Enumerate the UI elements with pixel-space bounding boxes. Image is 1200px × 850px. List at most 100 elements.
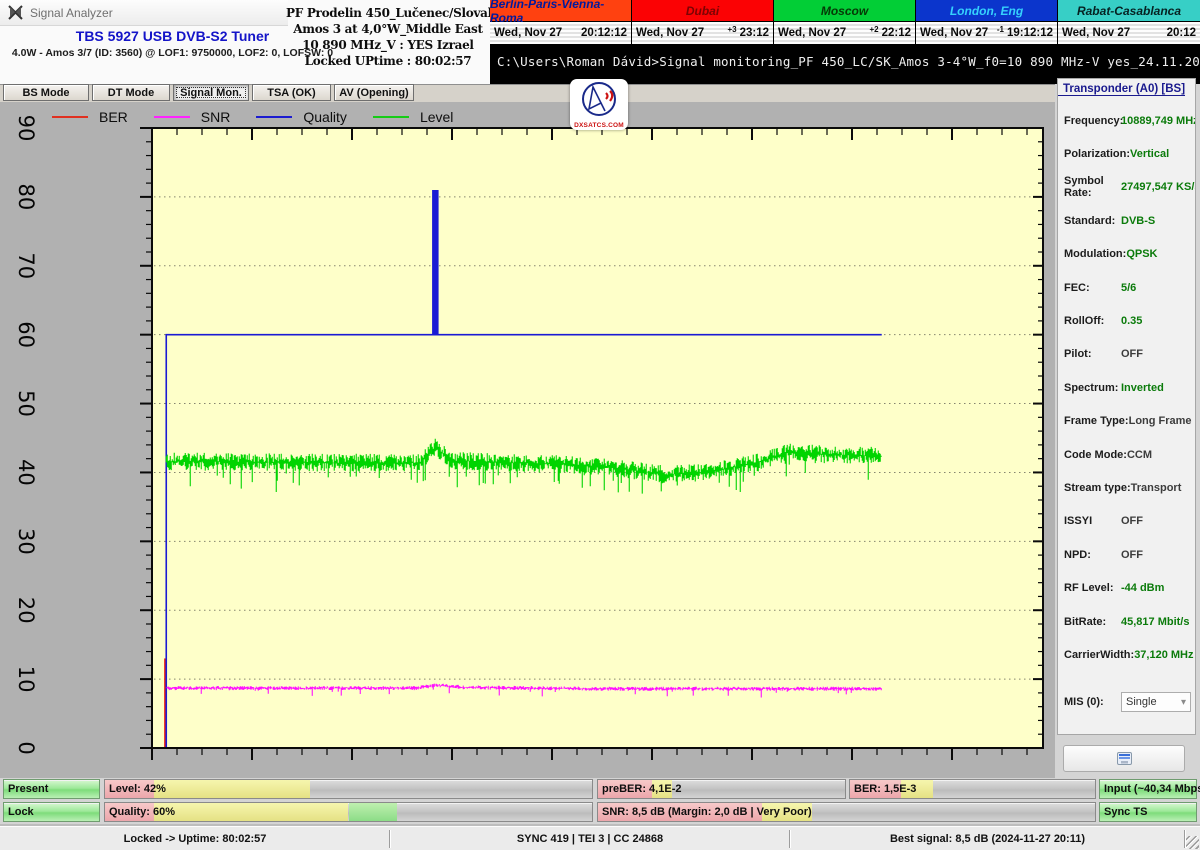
clock-4: London, Eng Wed, Nov 27 -1 19:12:12 <box>916 0 1058 44</box>
meter-label: preBER: 4,1E-2 <box>602 783 682 795</box>
transponder-label: RF Level: <box>1064 582 1114 595</box>
transponder-value: OFF <box>1121 348 1143 361</box>
svg-text:10: 10 <box>14 666 38 693</box>
meter-label: Present <box>8 783 49 795</box>
transponder-row: Pilot: OFF <box>1058 338 1195 371</box>
transponder-row: BitRate: 45,817 Mbit/s <box>1058 605 1195 638</box>
transponder-label: RollOff: <box>1064 315 1105 328</box>
transponder-row: Symbol Rate: 27497,547 KS/s <box>1058 171 1195 204</box>
transponder-value: 0.35 <box>1121 315 1143 328</box>
console-window[interactable]: Berlin-Paris-Vienna-Roma Wed, Nov 27 20:12… <box>490 0 1200 84</box>
meter-label: Level: 42% <box>109 783 166 795</box>
title-bar: Signal Analyzer <box>0 0 288 26</box>
status-badge-lock: Lock <box>3 802 100 822</box>
mis-label: MIS (0): <box>1064 696 1104 708</box>
transponder-value: Inverted <box>1121 381 1164 394</box>
transponder-label: Polarization: <box>1064 148 1131 161</box>
signal-chart: 0 10 20 30 40 50 60 70 80 90 BER SNR Quality Level <box>0 102 1055 778</box>
transponder-row: NPD: OFF <box>1058 538 1195 571</box>
transponder-label: Frame Type: <box>1064 415 1129 428</box>
transponder-row: CarrierWidth: 37,120 MHz <box>1058 638 1195 671</box>
site-line-1: PF Prodelin 450_Lučenec/Slovakia <box>286 6 508 20</box>
legend-label: SNR <box>200 109 231 125</box>
transponder-row: Polarization: Vertical <box>1058 137 1195 170</box>
meter-bar-ber: BER: 1,5E-3 <box>849 779 1096 799</box>
clock-3: Moscow Wed, Nov 27 +2 22:12 <box>774 0 916 44</box>
transponder-row: Stream type: Transport <box>1058 471 1195 504</box>
meter-segment-yellow <box>153 780 310 798</box>
transponder-row: Frequency: 10889,749 MHz <box>1058 104 1195 137</box>
transponder-label: ISSYI <box>1064 515 1093 528</box>
header: Signal Analyzer TBS 5927 USB DVB-S2 Tune… <box>0 0 508 84</box>
status-uptime: Locked -> Uptime: 80:02:57 <box>123 833 267 845</box>
svg-text:20: 20 <box>14 597 38 624</box>
transponder-label: Frequency: <box>1064 114 1124 127</box>
transponder-value: OFF <box>1121 515 1143 528</box>
clock-city: Dubai <box>632 0 773 22</box>
transponder-value: 10889,749 MHz <box>1121 114 1196 127</box>
legend-line-swatch <box>372 116 409 118</box>
site-line-4: Locked UPtime : 80:02:57 <box>304 54 472 68</box>
transponder-label: NPD: <box>1064 548 1091 561</box>
legend-line-swatch <box>256 116 293 118</box>
tab-tsa-ok-[interactable]: TSA (OK) <box>252 84 331 101</box>
transponder-panel: Transponder (A0) [BS] Frequency: 10889,74… <box>1057 78 1196 735</box>
svg-text:50: 50 <box>14 390 38 417</box>
clock-2: Dubai Wed, Nov 27 +3 23:12 <box>632 0 774 44</box>
clock-5: Rabat-Casablanca Wed, Nov 27 20:12 <box>1058 0 1200 44</box>
transponder-label: Stream type: <box>1064 481 1131 494</box>
app-icon <box>8 5 23 20</box>
tab-av-opening-[interactable]: AV (Opening) <box>334 84 414 101</box>
meter-label: SNR: 8,5 dB (Margin: 2,0 dB | Very Poor) <box>602 806 812 818</box>
meter-bar-quality: Quality: 60% <box>104 802 593 822</box>
clock-city: London, Eng <box>916 0 1057 22</box>
status-sync-counters: SYNC 419 | TEI 3 | CC 24868 <box>516 833 664 845</box>
tab-bs-mode[interactable]: BS Mode <box>3 84 89 101</box>
transponder-label: Modulation: <box>1064 248 1127 261</box>
save-snapshot-button[interactable] <box>1063 745 1185 772</box>
legend-line-swatch <box>52 116 88 118</box>
meter-segment-green <box>348 803 398 821</box>
meter-bar-level: Level: 42% <box>104 779 593 799</box>
transponder-label: CarrierWidth: <box>1064 648 1135 661</box>
clock-datetime: Wed, Nov 27 +3 23:12 <box>632 22 773 44</box>
transponder-value: CCM <box>1126 448 1153 461</box>
tab-signal-mon-[interactable]: Signal Mon. <box>173 84 249 101</box>
statusbar-separator <box>789 830 791 848</box>
status-best-signal: Best signal: 8,5 dB (2024-11-27 20:11) <box>889 833 1086 845</box>
transponder-row: RollOff: 0.35 <box>1058 304 1195 337</box>
clock-datetime: Wed, Nov 27 -1 19:12:12 <box>916 22 1057 44</box>
status-badge-sync-ts: Sync TS <box>1099 802 1197 822</box>
legend-label: Quality <box>303 109 347 125</box>
legend-line-swatch <box>153 116 190 118</box>
transponder-row: Frame Type: Long Frame <box>1058 405 1195 438</box>
transponder-value: 27497,547 KS/s <box>1121 181 1196 194</box>
svg-text:90: 90 <box>14 115 38 142</box>
meter-row-1: Present Level: 42% preBER: 4,1E-2 BER: 1,5E… <box>0 779 1200 799</box>
meter-segment-yellow <box>153 803 349 821</box>
transponder-row: FEC: 5/6 <box>1058 271 1195 304</box>
transponder-row: ISSYI OFF <box>1058 505 1195 538</box>
transponder-row: RF Level: -44 dBm <box>1058 571 1195 604</box>
transponder-value: OFF <box>1121 548 1143 561</box>
meter-label: Sync TS <box>1104 806 1148 818</box>
world-clocks: Berlin-Paris-Vienna-Roma Wed, Nov 27 20:12… <box>490 0 1200 44</box>
status-bar: Locked -> Uptime: 80:02:57 SYNC 419 | TE… <box>0 826 1200 850</box>
transponder-label: Code Mode: <box>1064 448 1127 461</box>
svg-text:30: 30 <box>14 528 38 555</box>
svg-text:60: 60 <box>14 321 38 348</box>
mis-dropdown[interactable]: Single ▾ <box>1121 692 1191 712</box>
transponder-label: Pilot: <box>1064 348 1092 361</box>
logo-text: DXSATCS.COM <box>574 122 624 129</box>
transponder-value: Transport <box>1130 481 1182 494</box>
tab-dt-mode[interactable]: DT Mode <box>92 84 170 101</box>
signal-analyzer-window: Signal Analyzer TBS 5927 USB DVB-S2 Tune… <box>0 0 1200 850</box>
transponder-value: Long Frame <box>1128 415 1192 428</box>
satellite-dish-icon <box>582 82 616 116</box>
transponder-label: BitRate: <box>1064 615 1107 628</box>
transponder-value: DVB-S <box>1121 214 1156 227</box>
clock-city: Moscow <box>774 0 915 22</box>
resize-grip[interactable] <box>1186 836 1199 849</box>
site-line-2: Amos 3 at 4,0°W_Middle East <box>293 22 483 36</box>
transponder-label: Spectrum: <box>1064 381 1119 394</box>
